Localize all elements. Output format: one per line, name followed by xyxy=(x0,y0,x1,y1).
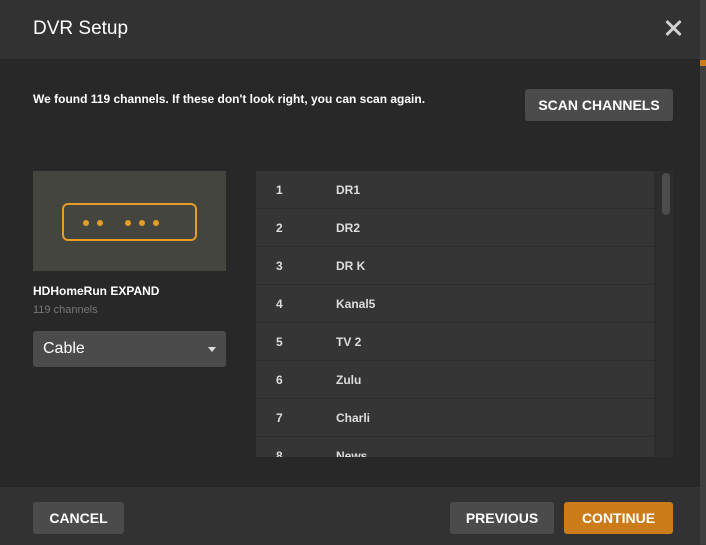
channel-name: News xyxy=(336,449,368,457)
device-led-dot xyxy=(139,220,145,226)
previous-button[interactable]: PREVIOUS xyxy=(450,502,554,534)
channel-row[interactable]: 3 DR K xyxy=(256,247,654,284)
channel-name: Zulu xyxy=(336,373,362,387)
continue-button[interactable]: CONTINUE xyxy=(564,502,673,534)
channel-list[interactable]: 1 DR1 2 DR2 3 DR K 4 Kanal5 5 TV 2 6 Zul… xyxy=(256,171,673,457)
device-led-dot xyxy=(83,220,89,226)
channel-row[interactable]: 2 DR2 xyxy=(256,209,654,246)
channel-row[interactable]: 6 Zulu xyxy=(256,361,654,398)
channel-name: DR K xyxy=(336,259,366,273)
cancel-button[interactable]: CANCEL xyxy=(33,502,124,534)
tuner-device-outline xyxy=(62,203,197,241)
source-type-value: Cable xyxy=(43,340,85,357)
close-icon[interactable] xyxy=(660,16,686,42)
scrollbar-thumb[interactable] xyxy=(662,173,670,215)
channel-name: DR2 xyxy=(336,221,361,235)
channel-number: 5 xyxy=(276,335,283,349)
device-led-dot xyxy=(125,220,131,226)
channel-found-message: We found 119 channels. If these don't lo… xyxy=(33,92,426,106)
dialog-title: DVR Setup xyxy=(33,18,129,39)
channel-name: DR1 xyxy=(336,183,361,197)
channel-number: 1 xyxy=(276,183,283,197)
device-name: HDHomeRun EXPAND xyxy=(33,284,160,298)
channel-number: 3 xyxy=(276,259,283,273)
channel-name: TV 2 xyxy=(336,335,362,349)
channel-name: Charli xyxy=(336,411,371,425)
device-led-dot xyxy=(153,220,159,226)
dvr-setup-dialog: DVR Setup We found 119 channels. If thes… xyxy=(0,0,700,545)
channel-number: 6 xyxy=(276,373,283,387)
scan-channels-button[interactable]: SCAN CHANNELS xyxy=(525,89,673,121)
source-type-select[interactable]: Cable xyxy=(33,331,226,367)
channel-number: 2 xyxy=(276,221,283,235)
channel-row[interactable]: 4 Kanal5 xyxy=(256,285,654,322)
channel-number: 7 xyxy=(276,411,283,425)
tuner-device-icon xyxy=(33,171,226,271)
channel-row[interactable]: 1 DR1 xyxy=(256,171,654,208)
channel-row[interactable]: 7 Charli xyxy=(256,399,654,436)
dialog-header: DVR Setup xyxy=(0,0,700,60)
channel-number: 8 xyxy=(276,449,283,457)
device-channel-count: 119 channels xyxy=(33,304,98,316)
channel-number: 4 xyxy=(276,297,283,311)
channel-row[interactable]: 5 TV 2 xyxy=(256,323,654,360)
background-edge xyxy=(700,0,706,544)
channel-row[interactable]: 8 News xyxy=(256,437,654,457)
channel-name: Kanal5 xyxy=(336,297,376,311)
channel-list-scrollbar[interactable] xyxy=(659,171,673,457)
device-led-dot xyxy=(97,220,103,226)
accent-marker xyxy=(700,60,706,66)
chevron-down-icon xyxy=(208,347,216,352)
